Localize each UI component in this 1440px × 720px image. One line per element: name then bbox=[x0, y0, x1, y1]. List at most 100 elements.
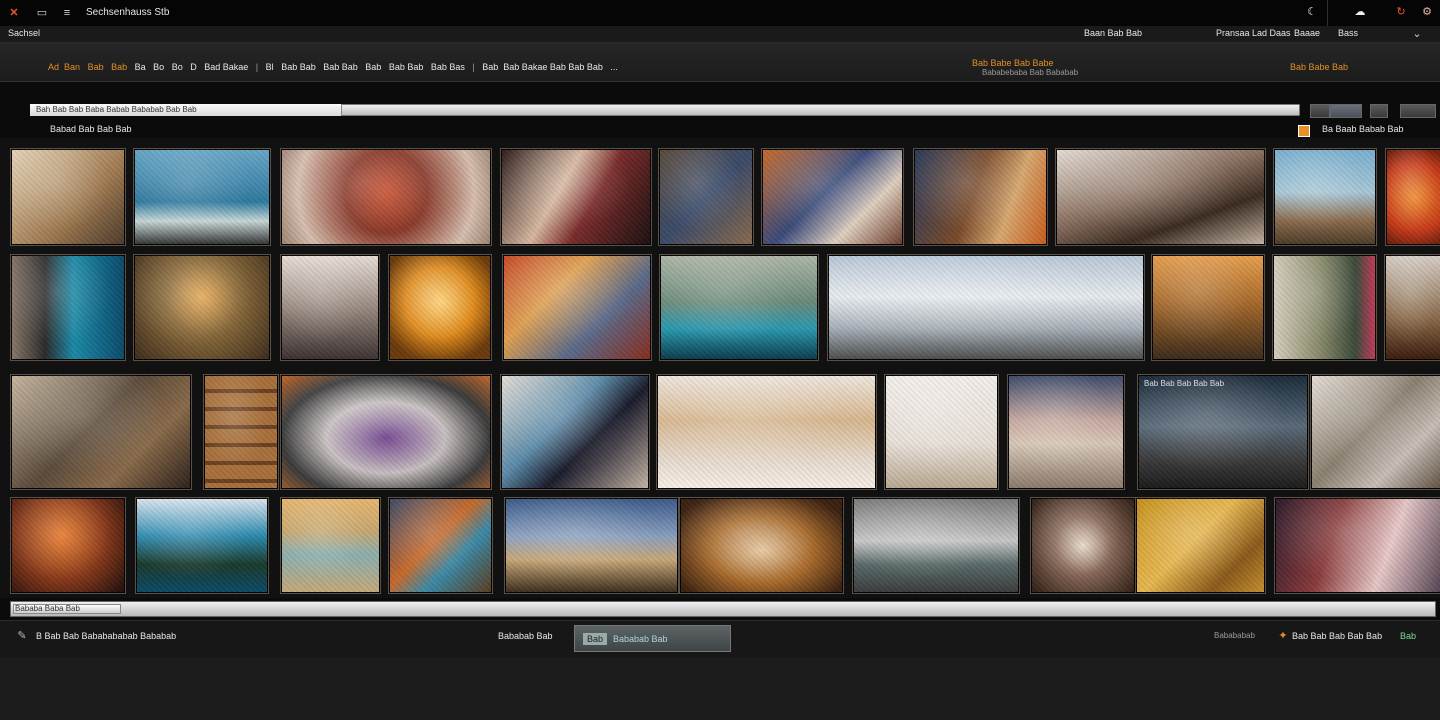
toolbar-item[interactable]: Bab bbox=[88, 62, 104, 72]
gallery-thumbnail[interactable] bbox=[10, 148, 126, 246]
toolbar-item[interactable]: Bo bbox=[153, 62, 164, 72]
scroll-label: Bababa Baba Bab bbox=[15, 604, 80, 613]
gallery-thumbnail[interactable] bbox=[1151, 254, 1265, 361]
gallery-thumbnail[interactable] bbox=[500, 374, 650, 490]
scroll-track[interactable]: Bababa Baba Bab bbox=[10, 601, 1436, 617]
gallery-thumbnail[interactable] bbox=[656, 374, 877, 490]
gallery-thumbnail[interactable] bbox=[135, 497, 269, 594]
gallery-thumbnail[interactable]: Bab Bab Bab Bab Bab bbox=[1137, 374, 1309, 490]
toolbar: Ad Ban Bab Bab Ba Bo Bo D Bad Bakae | Bl… bbox=[0, 43, 1440, 82]
gallery-thumbnail[interactable] bbox=[280, 254, 380, 361]
toolbar-item[interactable]: Ba bbox=[135, 62, 146, 72]
toolbar-item[interactable]: Bab bbox=[365, 62, 381, 72]
status-right-text-1: Babababab bbox=[1214, 631, 1255, 640]
toolbar-item[interactable]: Bl bbox=[266, 62, 274, 72]
toolbar-item[interactable]: Bab Bakae Bab Bab Bab bbox=[503, 62, 603, 72]
toolbar-item[interactable]: Bad Bakae bbox=[204, 62, 248, 72]
gallery-thumbnail[interactable] bbox=[1384, 254, 1440, 361]
gallery-thumbnail[interactable] bbox=[388, 497, 493, 594]
toolbar-item[interactable]: Ban bbox=[64, 62, 80, 72]
horizontal-scrollbar[interactable]: Bababa Baba Bab bbox=[0, 601, 1440, 618]
close-icon[interactable]: ✕ bbox=[8, 6, 20, 20]
gallery-thumbnail[interactable] bbox=[280, 148, 492, 246]
search-option-button[interactable] bbox=[1310, 104, 1330, 118]
menu-icon[interactable]: ≡ bbox=[60, 6, 74, 20]
menu-item-right-3[interactable]: Baaae bbox=[1294, 28, 1320, 38]
gallery-thumbnail[interactable] bbox=[280, 497, 381, 594]
menu-item-right-4[interactable]: Bass bbox=[1338, 28, 1358, 38]
gallery-thumbnail[interactable] bbox=[1030, 497, 1136, 594]
gallery-thumbnail[interactable] bbox=[10, 497, 126, 594]
refresh-icon[interactable]: ↻ bbox=[1394, 5, 1408, 19]
gallery-thumbnail[interactable] bbox=[1007, 374, 1125, 490]
gallery-thumbnail[interactable] bbox=[659, 254, 819, 361]
gallery-thumbnail[interactable] bbox=[1055, 148, 1266, 246]
settings-icon[interactable]: ⚙ bbox=[1420, 5, 1434, 19]
toolbar-divider: | bbox=[255, 62, 259, 72]
status-center-text: Bababab Bab bbox=[498, 631, 553, 641]
status-bar: ✎ B Bab Bab Bababababab Bababab Bababab … bbox=[0, 620, 1440, 658]
toolbar-item[interactable]: Ad bbox=[48, 62, 59, 72]
gallery-thumbnail[interactable] bbox=[884, 374, 999, 490]
cloud-icon[interactable]: ☁ bbox=[1352, 5, 1368, 19]
gallery-thumbnail[interactable] bbox=[280, 374, 492, 490]
gallery-thumbnail[interactable] bbox=[1385, 148, 1440, 246]
gallery-thumbnail[interactable] bbox=[679, 497, 844, 594]
gallery-thumbnail[interactable] bbox=[852, 497, 1020, 594]
filter-label: Babad Bab Bab Bab bbox=[50, 124, 132, 134]
search-query-text[interactable]: Bah Bab Bab Baba Babab Bababab Bab Bab bbox=[30, 104, 342, 116]
gallery-thumbnail[interactable] bbox=[502, 254, 652, 361]
search-filter-button[interactable] bbox=[1370, 104, 1388, 118]
gallery-thumbnail[interactable] bbox=[133, 254, 271, 361]
gallery-thumbnail[interactable] bbox=[913, 148, 1048, 246]
toolbar-item[interactable]: Bab Bas bbox=[431, 62, 465, 72]
search-view-button[interactable] bbox=[1400, 104, 1436, 118]
chevron-down-icon[interactable]: ⌄ bbox=[1410, 27, 1424, 41]
gallery-thumbnail[interactable] bbox=[1273, 148, 1377, 246]
title-bar: ✕ ▭ ≡ Sechsenhauss Stb ☾ ☁ ↻ ⚙ bbox=[0, 0, 1440, 27]
toolbar-center-sublabel: Bababebaba Bab Bababab bbox=[982, 68, 1079, 77]
moon-icon[interactable]: ☾ bbox=[1305, 5, 1319, 19]
toolbar-item[interactable]: Bo bbox=[172, 62, 183, 72]
footer-area bbox=[0, 657, 1440, 720]
gallery-thumbnail[interactable] bbox=[827, 254, 1145, 361]
checkbox-icon[interactable] bbox=[1298, 125, 1310, 137]
right-filter-label: Ba Baab Babab Bab bbox=[1322, 124, 1404, 134]
status-left-text: B Bab Bab Bababababab Bababab bbox=[36, 631, 177, 641]
gallery-thumbnail[interactable] bbox=[10, 254, 126, 361]
menu-item-right-1[interactable]: Baan Bab Bab bbox=[1084, 28, 1142, 38]
window-icon[interactable]: ▭ bbox=[34, 6, 50, 20]
gallery-thumbnail[interactable] bbox=[1274, 497, 1440, 594]
toolbar-item[interactable]: Bab Bab bbox=[281, 62, 316, 72]
search-row: Bah Bab Bab Baba Babab Bababab Bab Bab bbox=[0, 96, 1440, 124]
toolbar-item[interactable]: Bab Bab bbox=[389, 62, 424, 72]
gallery-thumbnail[interactable] bbox=[133, 148, 271, 246]
status-badge: Bab bbox=[1400, 631, 1417, 641]
toolbar-right-label[interactable]: Bab Babe Bab bbox=[1290, 62, 1348, 72]
toolbar-item[interactable]: Bab bbox=[482, 62, 498, 72]
menu-bar: Sachsel Baan Bab Bab Pransaa Lad Daas Ba… bbox=[0, 26, 1440, 43]
toolbar-overflow[interactable]: ... bbox=[610, 62, 618, 72]
pencil-icon[interactable]: ✎ bbox=[16, 629, 28, 643]
gallery-thumbnail[interactable] bbox=[500, 148, 652, 246]
toolbar-item[interactable]: Bab bbox=[111, 62, 127, 72]
gallery-thumbnail[interactable] bbox=[388, 254, 492, 361]
status-action-button[interactable]: Bab Bababab Bab bbox=[574, 625, 731, 652]
toolbar-item[interactable]: D bbox=[190, 62, 197, 72]
menu-item-left[interactable]: Sachsel bbox=[8, 28, 40, 38]
menu-item-right-2[interactable]: Pransaa Lad Daas bbox=[1216, 28, 1291, 38]
gallery-thumbnail[interactable] bbox=[504, 497, 679, 594]
gallery-thumbnail[interactable] bbox=[761, 148, 904, 246]
toolbar-items: Ad Ban Bab Bab Ba Bo Bo D Bad Bakae | Bl… bbox=[48, 62, 618, 72]
gallery-thumbnail[interactable] bbox=[1310, 374, 1440, 490]
gallery-thumbnail[interactable] bbox=[1272, 254, 1377, 361]
toolbar-divider: | bbox=[472, 62, 475, 72]
gallery-thumbnail[interactable] bbox=[658, 148, 754, 246]
toolbar-item[interactable]: Bab Bab bbox=[323, 62, 358, 72]
gallery-thumbnail[interactable] bbox=[10, 374, 192, 490]
filter-row: Babad Bab Bab Bab Ba Baab Babab Bab bbox=[0, 122, 1440, 138]
gallery-thumbnail[interactable] bbox=[203, 374, 279, 490]
gallery-thumbnail[interactable] bbox=[1135, 497, 1266, 594]
status-right-text-2: Bab Bab Bab Bab Bab bbox=[1292, 631, 1383, 641]
search-go-button[interactable] bbox=[1330, 104, 1362, 118]
